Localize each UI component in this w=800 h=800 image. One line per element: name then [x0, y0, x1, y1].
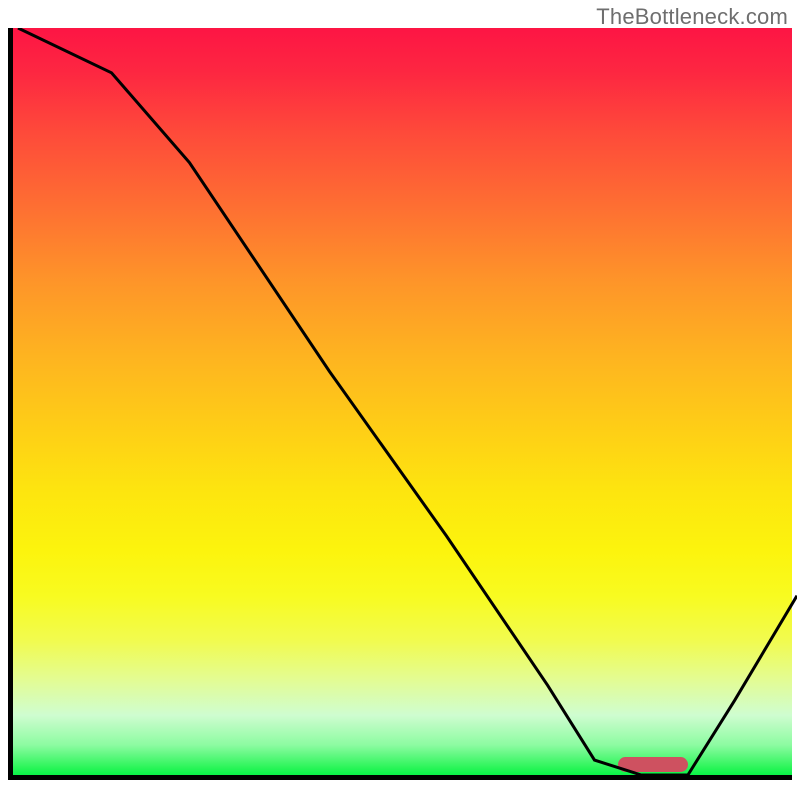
curve-svg: [13, 28, 797, 780]
bottleneck-curve-path: [18, 28, 797, 775]
watermark-text: TheBottleneck.com: [596, 4, 788, 30]
optimum-marker: [618, 757, 688, 772]
plot-area: [8, 28, 792, 780]
bottleneck-chart: [8, 28, 792, 792]
